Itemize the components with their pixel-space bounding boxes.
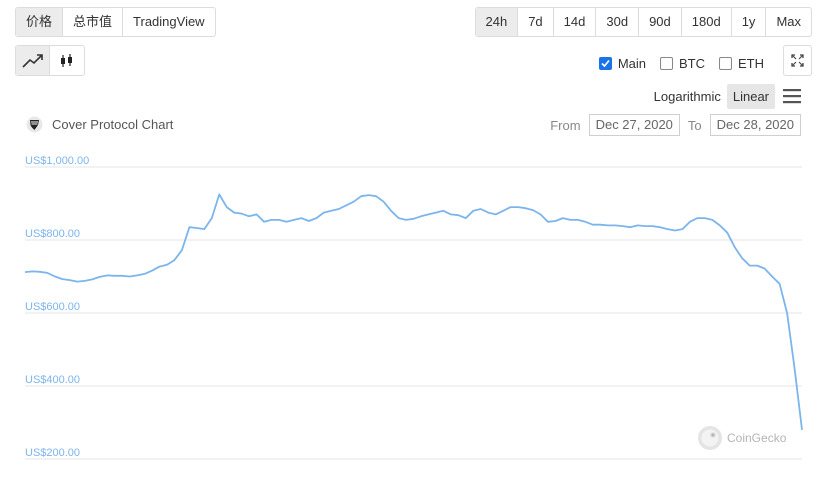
coingecko-credit: CoinGecko (697, 425, 786, 451)
y-tick-label: US$1,000.00 (25, 155, 89, 167)
y-tick-label: US$400.00 (25, 374, 80, 386)
price-chart[interactable]: US$200.00 US$400.00 US$600.00 US$800.00 US$1… (0, 0, 828, 494)
chart-grid (25, 166, 802, 460)
coingecko-credit-text: CoinGecko (727, 431, 787, 445)
y-tick-label: US$600.00 (25, 301, 80, 313)
y-tick-label: US$200.00 (25, 447, 80, 459)
price-line (24, 193, 803, 430)
coingecko-logo-icon (698, 426, 722, 450)
y-axis-labels: US$200.00 US$400.00 US$600.00 US$800.00 US$1… (25, 155, 89, 459)
y-tick-label: US$800.00 (25, 228, 80, 240)
